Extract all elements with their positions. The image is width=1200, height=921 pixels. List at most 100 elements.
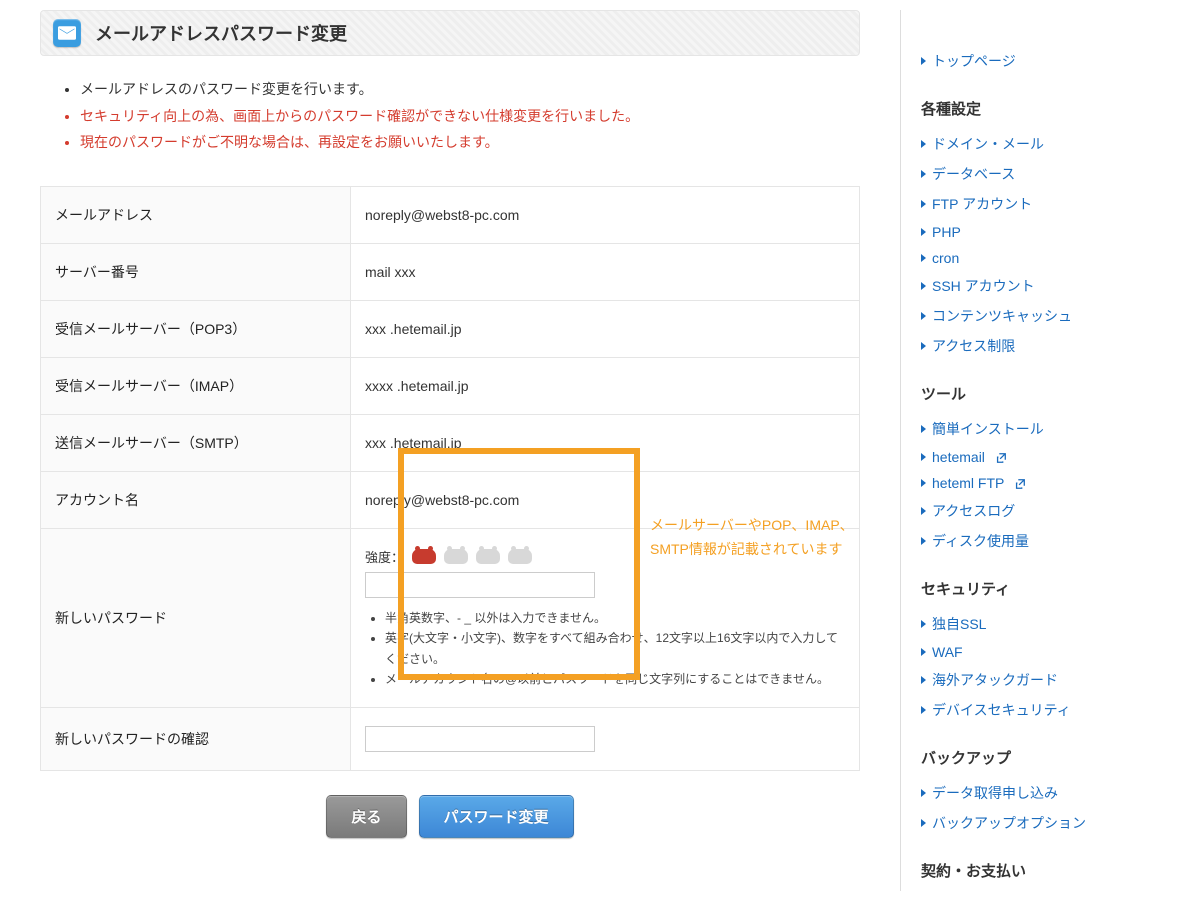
strength-label: 強度：: [365, 547, 404, 566]
strength-icon: [476, 549, 500, 564]
external-link-icon: [995, 451, 1007, 463]
sidebar-link[interactable]: データ取得申し込み: [921, 783, 1160, 803]
sidebar-item-label: アクセスログ: [932, 501, 1015, 521]
sidebar-item-label: ドメイン・メール: [932, 134, 1044, 154]
chevron-right-icon: [921, 479, 926, 487]
sidebar-item-label: 簡単インストール: [932, 419, 1044, 439]
annotation-note-line: SMTP情報が記載されています: [650, 541, 842, 557]
sidebar-item-label: 海外アタックガード: [932, 670, 1058, 690]
sidebar-item-label: アクセス制限: [932, 336, 1015, 356]
sidebar-link[interactable]: 簡単インストール: [921, 419, 1160, 439]
chevron-right-icon: [921, 789, 926, 797]
sidebar-item-label: ディスク使用量: [932, 531, 1029, 551]
chevron-right-icon: [921, 425, 926, 433]
notice-item: メールアドレスのパスワード変更を行います。: [80, 76, 860, 103]
strength-icon: [444, 549, 468, 564]
chevron-right-icon: [921, 170, 926, 178]
password-note: 英字(大文字・小文字)、数字をすべて組み合わせ、12文字以上16文字以内で入力し…: [385, 628, 845, 669]
chevron-right-icon: [921, 676, 926, 684]
sidebar-link[interactable]: 独自SSL: [921, 614, 1160, 634]
annotation-note: メールサーバーやPOP、IMAP、 SMTP情報が記載されています: [650, 514, 854, 562]
password-notes: 半角英数字、- _ 以外は入力できません。 英字(大文字・小文字)、数字をすべて…: [365, 608, 845, 690]
sidebar-item-label: バックアップオプション: [932, 813, 1086, 833]
chevron-right-icon: [921, 140, 926, 148]
sidebar-item-label: データベース: [932, 164, 1015, 184]
chevron-right-icon: [921, 228, 926, 236]
sidebar-item-label: hetemail: [932, 449, 985, 465]
new-password-input[interactable]: [365, 572, 595, 598]
sidebar-item-label: SSH アカウント: [932, 276, 1035, 296]
form-table-wrap: メールサーバーやPOP、IMAP、 SMTP情報が記載されています メールアドレ…: [40, 186, 860, 772]
action-row: 戻る パスワード変更: [40, 795, 860, 838]
sidebar-link[interactable]: デバイスセキュリティ: [921, 700, 1160, 720]
chevron-right-icon: [921, 342, 926, 350]
value-imap: xxxx .hetemail.jp: [351, 357, 860, 414]
sidebar-link[interactable]: データベース: [921, 164, 1160, 184]
value-pop3: xxx .hetemail.jp: [351, 300, 860, 357]
sidebar-link-top[interactable]: トップページ: [921, 51, 1160, 71]
sidebar-link[interactable]: ディスク使用量: [921, 531, 1160, 551]
password-note: 半角英数字、- _ 以外は入力できません。: [385, 608, 845, 628]
chevron-right-icon: [921, 254, 926, 262]
password-note: メールアカウント名の@以前とパスワードを同じ文字列にすることはできません。: [385, 669, 845, 689]
sidebar-item-label: コンテンツキャッシュ: [932, 306, 1072, 326]
chevron-right-icon: [921, 706, 926, 714]
page-title: メールアドレスパスワード変更: [95, 20, 347, 46]
sidebar-link[interactable]: FTP アカウント: [921, 194, 1160, 214]
sidebar-item-label: heteml FTP: [932, 475, 1004, 491]
sidebar-link[interactable]: アクセスログ: [921, 501, 1160, 521]
back-button[interactable]: 戻る: [326, 795, 406, 838]
sidebar-link[interactable]: hetemail: [921, 449, 1160, 465]
sidebar-item-label: データ取得申し込み: [932, 783, 1058, 803]
sidebar-link[interactable]: PHP: [921, 224, 1160, 240]
notice-item: 現在のパスワードがご不明な場合は、再設定をお願いいたします。: [80, 129, 860, 156]
sidebar-section-title: バックアップ: [921, 747, 1160, 768]
sidebar-link[interactable]: ドメイン・メール: [921, 134, 1160, 154]
chevron-right-icon: [921, 507, 926, 515]
chevron-right-icon: [921, 282, 926, 290]
annotation-note-line: メールサーバーやPOP、IMAP、: [650, 517, 854, 533]
label-confirm-password: 新しいパスワードの確認: [41, 708, 351, 771]
chevron-right-icon: [921, 819, 926, 827]
confirm-password-input[interactable]: [365, 726, 595, 752]
sidebar-item-label: デバイスセキュリティ: [932, 700, 1071, 720]
sidebar-link[interactable]: アクセス制限: [921, 336, 1160, 356]
sidebar-item-label: PHP: [932, 224, 961, 240]
value-smtp: xxx .hetemail.jp: [351, 414, 860, 471]
label-smtp: 送信メールサーバー（SMTP）: [41, 414, 351, 471]
value-email: noreply@webst8-pc.com: [351, 186, 860, 243]
submit-button[interactable]: パスワード変更: [419, 795, 574, 838]
chevron-right-icon: [921, 620, 926, 628]
sidebar-link[interactable]: バックアップオプション: [921, 813, 1160, 833]
sidebar-link[interactable]: 海外アタックガード: [921, 670, 1160, 690]
strength-icon: [508, 549, 532, 564]
sidebar-link[interactable]: heteml FTP: [921, 475, 1160, 491]
sidebar-link[interactable]: cron: [921, 250, 1160, 266]
label-new-password: 新しいパスワード: [41, 528, 351, 708]
chevron-right-icon: [921, 312, 926, 320]
mail-icon: [53, 19, 81, 47]
sidebar-item-label: トップページ: [932, 51, 1016, 71]
chevron-right-icon: [921, 537, 926, 545]
chevron-right-icon: [921, 648, 926, 656]
notice-list: メールアドレスのパスワード変更を行います。 セキュリティ向上の為、画面上からのパ…: [40, 76, 860, 156]
sidebar-section-title: セキュリティ: [921, 578, 1160, 599]
sidebar: トップページ 各種設定ドメイン・メールデータベース FTP アカウント PHP cro…: [900, 10, 1160, 891]
sidebar-section-title: 契約・お支払い: [921, 860, 1160, 881]
label-email: メールアドレス: [41, 186, 351, 243]
sidebar-link[interactable]: SSH アカウント: [921, 276, 1160, 296]
form-table: メールアドレス noreply@webst8-pc.com サーバー番号 mai…: [40, 186, 860, 772]
notice-item: セキュリティ向上の為、画面上からのパスワード確認ができない仕様変更を行いました。: [80, 103, 860, 130]
sidebar-link[interactable]: コンテンツキャッシュ: [921, 306, 1160, 326]
chevron-right-icon: [921, 453, 926, 461]
sidebar-item-label: 独自SSL: [932, 614, 986, 634]
chevron-right-icon: [921, 200, 926, 208]
value-server-number: mail xxx: [351, 243, 860, 300]
external-link-icon: [1014, 477, 1026, 489]
sidebar-section-title: 各種設定: [921, 98, 1160, 119]
sidebar-item-label: FTP アカウント: [932, 194, 1032, 214]
label-pop3: 受信メールサーバー（POP3）: [41, 300, 351, 357]
label-server-number: サーバー番号: [41, 243, 351, 300]
label-imap: 受信メールサーバー（IMAP）: [41, 357, 351, 414]
sidebar-link[interactable]: WAF: [921, 644, 1160, 660]
